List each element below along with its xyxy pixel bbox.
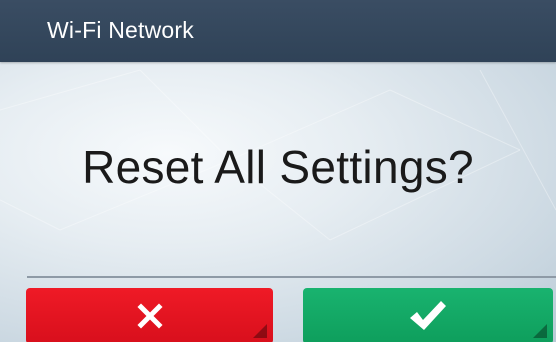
close-icon: [136, 303, 163, 329]
corner-indicator: [253, 324, 267, 338]
divider: [27, 276, 556, 278]
cancel-button[interactable]: [26, 288, 273, 342]
checkmark-icon: [408, 299, 448, 333]
screen-title: Wi-Fi Network: [47, 17, 194, 43]
title-bar: Wi-Fi Network: [0, 0, 556, 62]
corner-indicator: [533, 324, 547, 338]
confirm-button[interactable]: [303, 288, 553, 342]
reset-confirmation-screen: Wi-Fi Network Reset All Settings?: [0, 0, 556, 342]
reset-prompt: Reset All Settings?: [82, 141, 474, 193]
